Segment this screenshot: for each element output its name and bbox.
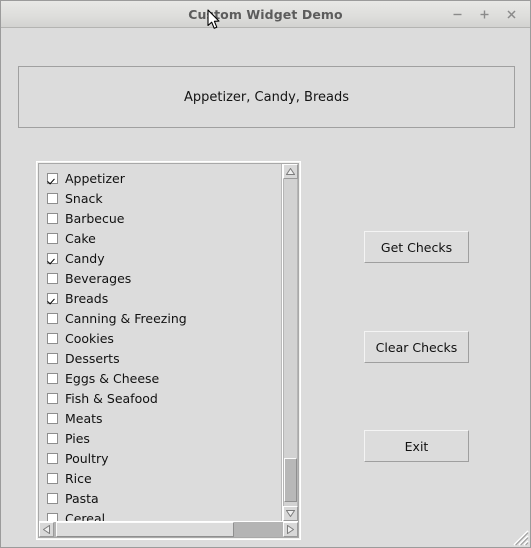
checklist-item-label: Barbecue xyxy=(65,210,125,226)
checklist-row-area: Appetizer Snack Barbecue Cake Candy Beverages… xyxy=(39,164,298,521)
checklist-inner-frame: Appetizer Snack Barbecue Cake Candy Beverages… xyxy=(38,163,299,538)
checklist-item-label: Canning & Freezing xyxy=(65,310,187,326)
checkbox-unchecked-icon[interactable] xyxy=(47,192,58,204)
checkbox-unchecked-icon[interactable] xyxy=(47,232,58,244)
maximize-icon[interactable] xyxy=(471,4,497,26)
checklist-widget: Appetizer Snack Barbecue Cake Candy Beverages… xyxy=(36,161,301,540)
checklist-item-label: Fish & Seafood xyxy=(65,390,158,406)
checklist-item-label: Candy xyxy=(65,250,105,266)
horizontal-scroll-track[interactable] xyxy=(54,522,283,537)
title-bar[interactable]: Custom Widget Demo xyxy=(1,1,530,28)
application-window: Custom Widget Demo Appetizer, Candy, Bre… xyxy=(0,0,531,548)
checkbox-unchecked-icon[interactable] xyxy=(47,372,58,384)
checklist-item[interactable]: Pasta xyxy=(39,488,281,508)
checklist-item[interactable]: Cereal xyxy=(39,508,281,521)
horizontal-scrollbar[interactable] xyxy=(39,521,298,537)
checklist-item[interactable]: Beverages xyxy=(39,268,281,288)
checklist-item[interactable]: Pies xyxy=(39,428,281,448)
client-area: Appetizer, Candy, Breads Appetizer Snack B… xyxy=(1,28,530,547)
checklist-item[interactable]: Poultry xyxy=(39,448,281,468)
scroll-up-arrow-icon[interactable] xyxy=(283,164,298,179)
checklist-item-label: Eggs & Cheese xyxy=(65,370,160,386)
checklist-item[interactable]: Desserts xyxy=(39,348,281,368)
checklist-item[interactable]: Barbecue xyxy=(39,208,281,228)
checklist-item-label: Beverages xyxy=(65,270,132,286)
clear-checks-button[interactable]: Clear Checks xyxy=(364,331,469,363)
checklist-item[interactable]: Eggs & Cheese xyxy=(39,368,281,388)
checkbox-checked-icon[interactable] xyxy=(47,292,58,304)
close-icon[interactable] xyxy=(498,4,524,26)
checklist-item[interactable]: Fish & Seafood xyxy=(39,388,281,408)
checklist-item-label: Poultry xyxy=(65,450,109,466)
checklist-item[interactable]: Breads xyxy=(39,288,281,308)
checklist-items: Appetizer Snack Barbecue Cake Candy Beverages… xyxy=(39,168,281,521)
checklist-viewport[interactable]: Appetizer Snack Barbecue Cake Candy Beverages… xyxy=(39,164,282,521)
checkbox-unchecked-icon[interactable] xyxy=(47,392,58,404)
checklist-item-label: Appetizer xyxy=(65,170,125,186)
checkbox-unchecked-icon[interactable] xyxy=(47,352,58,364)
checkbox-unchecked-icon[interactable] xyxy=(47,432,58,444)
checkbox-unchecked-icon[interactable] xyxy=(47,272,58,284)
checkbox-checked-icon[interactable] xyxy=(47,252,58,264)
checkbox-checked-icon[interactable] xyxy=(47,172,58,184)
checklist-item[interactable]: Canning & Freezing xyxy=(39,308,281,328)
checklist-item[interactable]: Meats xyxy=(39,408,281,428)
checkbox-unchecked-icon[interactable] xyxy=(47,332,58,344)
checklist-item[interactable]: Rice xyxy=(39,468,281,488)
checklist-item-label: Breads xyxy=(65,290,109,306)
checklist-item-label: Cake xyxy=(65,230,96,246)
checklist-item-label: Cookies xyxy=(65,330,114,346)
exit-button[interactable]: Exit xyxy=(364,430,469,462)
checklist-item-label: Snack xyxy=(65,190,103,206)
checklist-item[interactable]: Candy xyxy=(39,248,281,268)
checkbox-unchecked-icon[interactable] xyxy=(47,452,58,464)
get-checks-button[interactable]: Get Checks xyxy=(364,231,469,263)
checklist-item[interactable]: Cake xyxy=(39,228,281,248)
checkbox-unchecked-icon[interactable] xyxy=(47,412,58,424)
horizontal-scroll-thumb[interactable] xyxy=(56,522,234,537)
checklist-item-label: Pies xyxy=(65,430,90,446)
resize-grip[interactable] xyxy=(511,528,529,546)
checkbox-unchecked-icon[interactable] xyxy=(47,472,58,484)
checklist-item-label: Rice xyxy=(65,470,92,486)
checkbox-unchecked-icon[interactable] xyxy=(47,312,58,324)
checklist-item[interactable]: Snack xyxy=(39,188,281,208)
checklist-item[interactable]: Appetizer xyxy=(39,168,281,188)
checkbox-unchecked-icon[interactable] xyxy=(47,512,58,521)
vertical-scroll-track[interactable] xyxy=(283,179,298,506)
scroll-right-arrow-icon[interactable] xyxy=(283,522,298,537)
window-controls xyxy=(444,1,524,28)
checkbox-unchecked-icon[interactable] xyxy=(47,492,58,504)
checklist-item[interactable]: Cookies xyxy=(39,328,281,348)
scroll-left-arrow-icon[interactable] xyxy=(39,522,54,537)
selection-display-text: Appetizer, Candy, Breads xyxy=(184,89,349,105)
window-title: Custom Widget Demo xyxy=(188,6,343,22)
checklist-item-label: Cereal xyxy=(65,510,106,522)
checklist-item-label: Meats xyxy=(65,410,103,426)
scroll-down-arrow-icon[interactable] xyxy=(283,506,298,521)
checkbox-unchecked-icon[interactable] xyxy=(47,212,58,224)
checklist-item-label: Pasta xyxy=(65,490,99,506)
vertical-scroll-thumb[interactable] xyxy=(284,458,297,502)
selection-display-panel: Appetizer, Candy, Breads xyxy=(18,66,515,128)
checklist-item-label: Desserts xyxy=(65,350,120,366)
vertical-scrollbar[interactable] xyxy=(282,164,298,521)
minimize-icon[interactable] xyxy=(444,4,470,26)
